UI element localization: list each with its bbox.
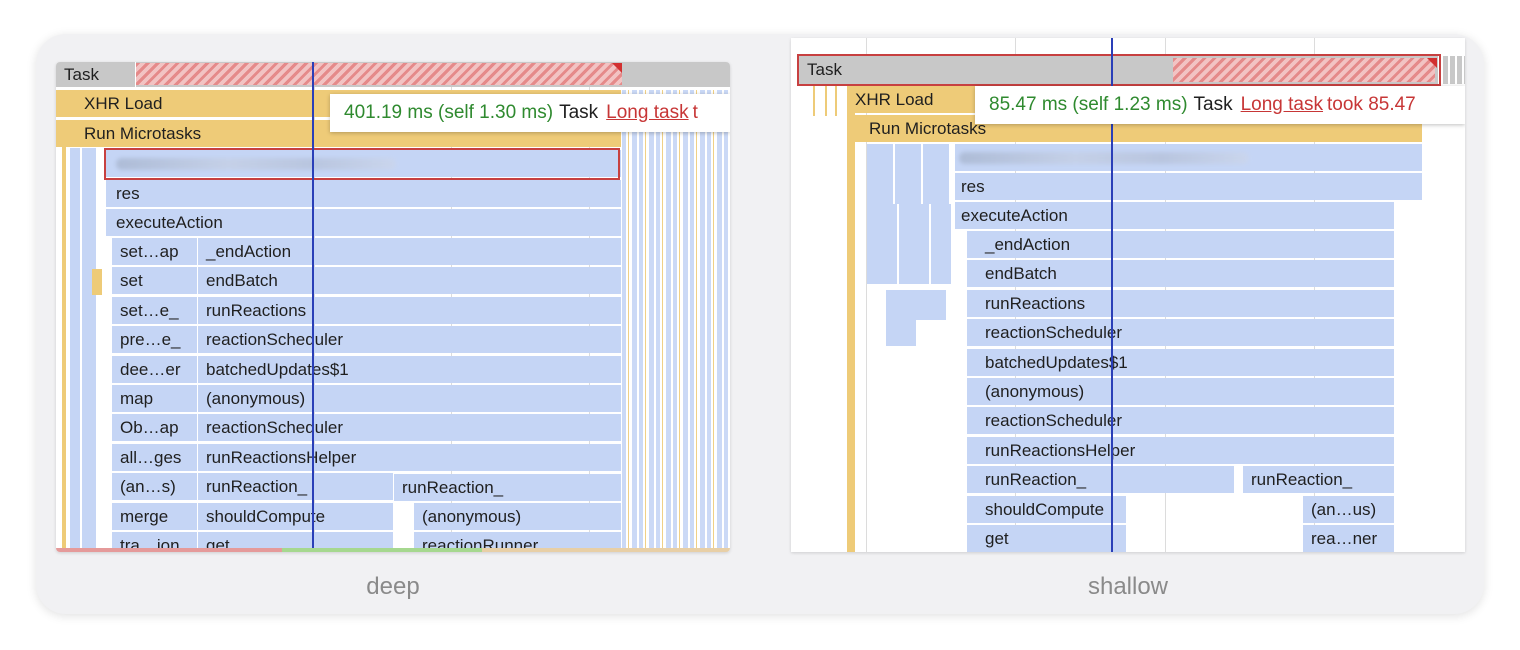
tooltip-duration: 85.47 ms (self 1.23 ms) — [989, 94, 1188, 115]
deep-right-frame[interactable]: runReactionsHelper — [198, 443, 622, 471]
gold-column — [847, 86, 855, 552]
res-bar[interactable]: res — [106, 180, 622, 207]
deep-left-frame[interactable]: merge — [112, 502, 198, 530]
deep-right-frame[interactable]: runReactions — [198, 296, 622, 324]
other-tasks-strip — [622, 90, 730, 552]
deep-right-frame[interactable]: reactionScheduler — [198, 326, 622, 354]
anon-us-bar[interactable]: (an…us) — [1303, 496, 1395, 523]
deep-caption: deep — [366, 573, 420, 600]
deep-right-frame[interactable]: batchedUpdates$1 — [198, 355, 622, 383]
task-tail — [1443, 56, 1465, 84]
playhead-cursor — [312, 62, 314, 552]
shallow-stack-frame[interactable]: runReactions — [967, 289, 1395, 317]
run-reaction-bar-2[interactable]: runReaction_ — [1243, 466, 1395, 493]
res-bar[interactable]: res — [955, 173, 1423, 200]
selected-frame-highlight — [104, 148, 620, 180]
shallow-tooltip: 85.47 ms (self 1.23 ms) Task Long task took… — [975, 86, 1465, 124]
deep-left-frame[interactable]: set…ap — [112, 238, 198, 265]
deep-flame-chart: Task XHR Load Run Microtasks res execute… — [56, 62, 730, 552]
rea-ner-bar[interactable]: rea…ner — [1303, 525, 1395, 552]
gold-tick — [813, 86, 815, 116]
deep-left-frame[interactable]: pre…e_ — [112, 326, 198, 354]
long-task-corner-icon — [612, 63, 622, 73]
left-blocks — [867, 204, 951, 284]
deep-left-frame[interactable]: set…e_ — [112, 296, 198, 324]
tooltip-rest: t — [692, 102, 698, 123]
deep-left-frame[interactable]: all…ges — [112, 443, 198, 471]
task-bar[interactable]: Task — [56, 62, 136, 87]
run-reaction-bar-2[interactable]: runReaction_ — [394, 474, 622, 501]
redacted-text — [959, 152, 1249, 164]
gold-tick — [825, 86, 827, 116]
tooltip-long-task-link[interactable]: Long task — [1241, 94, 1323, 115]
left-stripe — [62, 120, 66, 552]
shallow-stack-frame[interactable]: endBatch — [967, 260, 1395, 288]
left-stripe — [82, 148, 96, 552]
shallow-stack-frame[interactable]: batchedUpdates$1 — [967, 348, 1395, 376]
deep-right-frame[interactable]: reactionScheduler — [198, 414, 622, 442]
left-blocks — [886, 290, 946, 320]
gold-marker — [92, 269, 102, 295]
execute-action-bar[interactable]: executeAction — [106, 209, 622, 236]
deep-left-frame[interactable]: map — [112, 385, 198, 412]
deep-right-frame[interactable]: (anonymous) — [198, 385, 622, 412]
shallow-stack-frame[interactable]: reactionScheduler — [967, 407, 1395, 435]
execute-action-bar[interactable]: executeAction — [955, 202, 1395, 229]
timeline-bottom-green — [282, 548, 482, 552]
shallow-stack-frame[interactable]: shouldCompute — [967, 495, 1127, 523]
deep-left-frame[interactable]: dee…er — [112, 355, 198, 383]
shallow-flame-chart: Task XHR Load Run Microtasks res execute… — [791, 38, 1465, 552]
shallow-stack-frame[interactable]: (anonymous) — [967, 378, 1395, 405]
left-blocks — [886, 320, 916, 346]
shallow-stack-frame[interactable]: runReactionsHelper — [967, 436, 1395, 464]
deep-right-frame[interactable]: runReaction_ — [198, 473, 394, 501]
deep-right-frame[interactable]: endBatch — [198, 267, 622, 295]
timeline-bottom-beige — [482, 548, 730, 552]
shallow-stack-frame[interactable]: runReaction_ — [967, 466, 1235, 494]
deep-left-frame[interactable]: Ob…ap — [112, 414, 198, 442]
shallow-stack-frame[interactable]: get — [967, 525, 1127, 552]
deep-tooltip: 401.19 ms (self 1.30 ms) Task Long task t — [330, 94, 730, 132]
shallow-stack-frame[interactable]: reactionScheduler — [967, 319, 1395, 347]
shallow-caption: shallow — [1087, 573, 1169, 600]
tooltip-duration: 401.19 ms (self 1.30 ms) — [344, 102, 554, 123]
task-highlight — [797, 54, 1441, 86]
deep-right-frame[interactable]: shouldCompute — [198, 502, 394, 530]
timeline-bottom-red — [56, 548, 282, 552]
tooltip-long-task-link[interactable]: Long task — [606, 102, 688, 123]
deep-right-frame[interactable]: _endAction — [198, 238, 622, 265]
shallow-stack-frame[interactable]: _endAction — [967, 231, 1395, 258]
deep-left-frame[interactable]: set — [112, 267, 198, 295]
tooltip-rest: took 85.47 — [1327, 94, 1416, 115]
tooltip-task: Task — [559, 102, 599, 123]
deep-left-frame[interactable]: (an…s) — [112, 473, 198, 501]
long-task-hatch — [136, 63, 622, 85]
left-stripe — [70, 148, 80, 552]
tooltip-task: Task — [1193, 94, 1233, 115]
anonymous-bar-2[interactable]: (anonymous) — [414, 503, 622, 530]
gold-tick — [835, 86, 837, 116]
